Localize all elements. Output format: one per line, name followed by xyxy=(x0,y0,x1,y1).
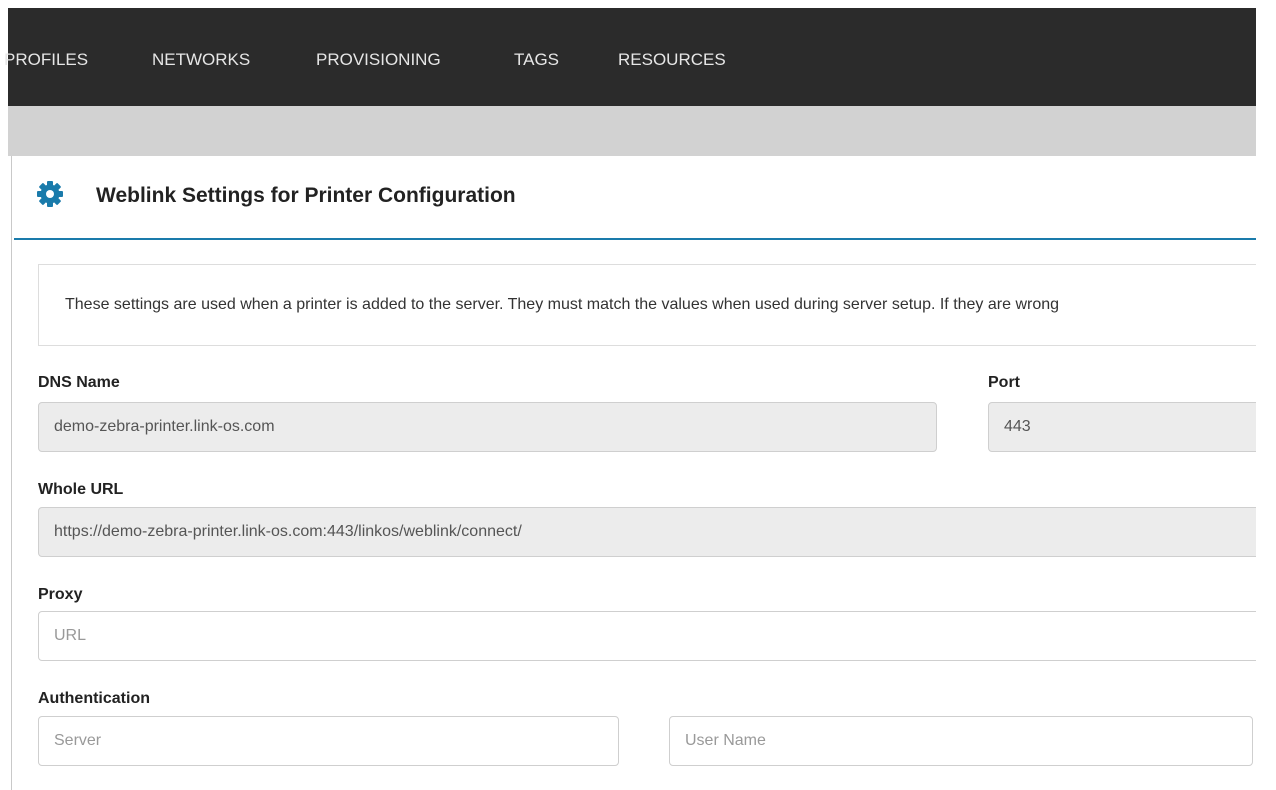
whole-url-field[interactable] xyxy=(38,507,1268,557)
port-label: Port xyxy=(988,374,1020,391)
subheader-bar xyxy=(8,106,1256,156)
nav-item-provisioning[interactable]: PROVISIONING xyxy=(316,50,441,70)
proxy-label: Proxy xyxy=(38,586,83,603)
port-field[interactable] xyxy=(988,402,1268,452)
panel-left-border xyxy=(11,156,12,790)
nav-item-profiles[interactable]: PROFILES xyxy=(4,50,88,70)
authentication-label: Authentication xyxy=(38,690,150,707)
gear-icon xyxy=(36,180,64,208)
dns-name-label: DNS Name xyxy=(38,374,120,391)
nav-item-resources[interactable]: RESOURCES xyxy=(618,50,726,70)
top-navigation-bar: PROFILES NETWORKS PROVISIONING TAGS RESO… xyxy=(4,8,1256,106)
auth-username-input[interactable] xyxy=(669,716,1253,766)
panel-title: Weblink Settings for Printer Configurati… xyxy=(96,184,516,207)
dns-name-field[interactable] xyxy=(38,402,937,452)
auth-server-input[interactable] xyxy=(38,716,619,766)
nav-item-tags[interactable]: TAGS xyxy=(514,50,559,70)
viewport-edge xyxy=(1256,0,1276,790)
info-box: These settings are used when a printer i… xyxy=(38,264,1270,346)
nav-item-networks[interactable]: NETWORKS xyxy=(152,50,250,70)
info-text: These settings are used when a printer i… xyxy=(65,296,1060,313)
whole-url-label: Whole URL xyxy=(38,481,124,498)
proxy-url-input[interactable] xyxy=(38,611,1268,661)
